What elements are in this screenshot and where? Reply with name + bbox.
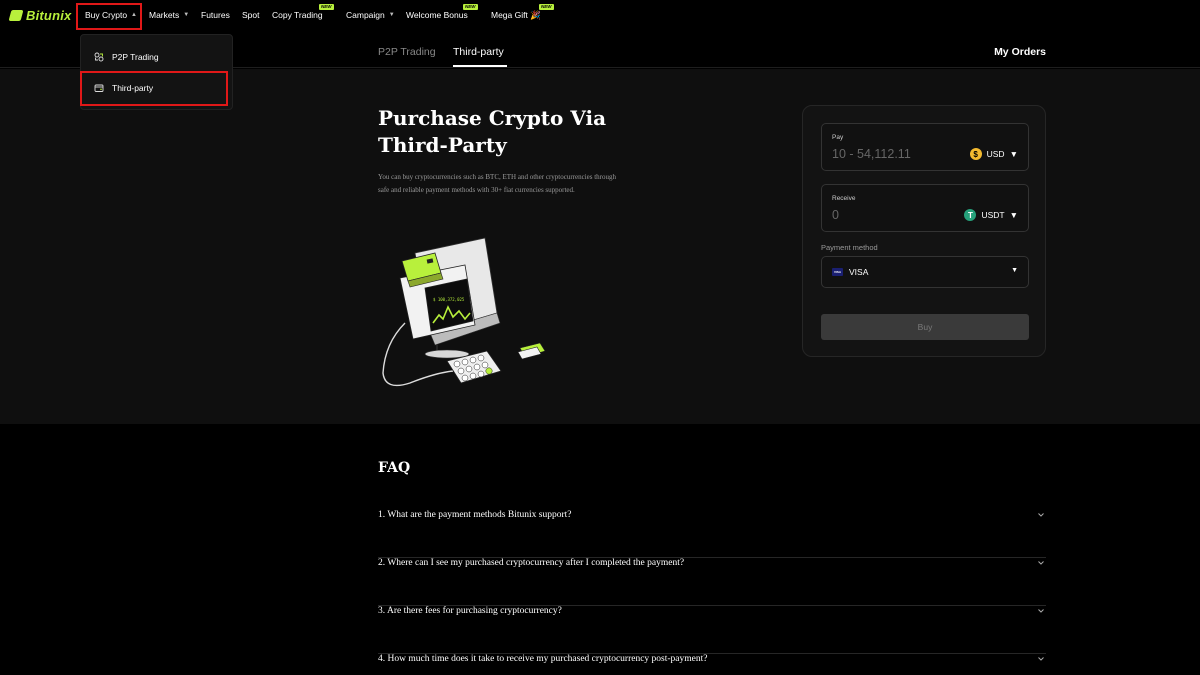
active-tab-underline [453,65,507,67]
nav-futures[interactable]: Futures [201,10,230,20]
caret-down-icon: ▼ [388,12,395,18]
highlight-buy-crypto [76,3,142,30]
receive-field: Receive 0 T USDT ▼ [821,184,1029,232]
receive-amount-input[interactable]: 0 [832,208,839,222]
faq-question: 1. What are the payment methods Bitunix … [378,510,572,520]
caret-down-icon: ▼ [1011,267,1018,274]
payment-method-select[interactable]: VISA VISA ▼ [821,256,1029,288]
nav-campaign-label: Campaign [346,10,385,20]
my-orders-link[interactable]: My Orders [994,46,1046,58]
faq-item[interactable]: 1. What are the payment methods Bitunix … [378,510,1046,558]
faq-question: 2. Where can I see my purchased cryptocu… [378,558,685,568]
bitunix-logo[interactable]: Bitunix [8,8,72,23]
dropdown-item-label: P2P Trading [112,52,159,62]
payment-terminal-illustration: $ 100,372,025 [382,237,546,387]
nav-copy-trading[interactable]: Copy Trading NEW [272,4,334,20]
chevron-down-icon [1038,513,1044,517]
chevron-down-icon [1038,609,1044,613]
pay-currency-label: USD [986,149,1005,159]
illustration-amount: $ 100,372,025 [433,297,465,302]
nav-welcome-bonus[interactable]: Welcome Bonus NEW [406,4,478,20]
chevron-down-icon [1038,561,1044,565]
nav-copy-trading-label: Copy Trading [272,10,323,20]
payment-method-value: VISA [849,267,869,277]
caret-down-icon: ▼ [183,12,190,18]
pay-currency-select[interactable]: $ USD ▼ [969,148,1018,160]
nav-futures-label: Futures [201,10,230,20]
usd-coin-icon: $ [969,148,982,160]
highlight-third-party [80,71,228,106]
receive-currency-label: USDT [981,210,1005,220]
new-badge: NEW [463,4,478,10]
payment-method-label: Payment method [821,243,878,252]
page-title: Purchase Crypto Via Third-Party [378,106,607,157]
buy-button[interactable]: Buy [821,314,1029,340]
faq-item[interactable]: 4. How much time does it take to receive… [378,654,1046,675]
tab-p2p-trading[interactable]: P2P Trading [378,46,436,58]
pay-label: Pay [832,134,844,141]
tab-third-party[interactable]: Third-party [453,46,504,58]
nav-spot-label: Spot [242,10,260,20]
faq-item[interactable]: 3. Are there fees for purchasing cryptoc… [378,606,1046,654]
dropdown-item-p2p-trading[interactable]: P2P Trading [81,44,234,70]
caret-down-icon: ▼ [1009,149,1018,159]
new-badge: NEW [319,4,334,10]
caret-down-icon: ▼ [1009,210,1018,220]
visa-card-icon: VISA [832,268,843,276]
pay-field: Pay 10 - 54,112.11 $ USD ▼ [821,123,1029,171]
chevron-down-icon [1038,657,1044,661]
new-badge: NEW [539,4,554,10]
nav-markets[interactable]: Markets ▼ [149,10,189,20]
top-nav: Bitunix Buy Crypto ▲ Markets ▼ Futures S… [0,0,1200,32]
faq-question: 3. Are there fees for purchasing cryptoc… [378,606,562,616]
faq-question: 4. How much time does it take to receive… [378,654,708,664]
logo-text: Bitunix [26,8,72,23]
nav-mega-gift-label: Mega Gift 🎉 [491,10,541,20]
nav-welcome-bonus-label: Welcome Bonus [406,10,468,20]
logo-mark-icon [8,10,24,21]
nav-campaign[interactable]: Campaign ▼ [346,10,395,20]
purchase-form-card: Pay 10 - 54,112.11 $ USD ▼ Receive 0 T U… [802,105,1046,357]
receive-label: Receive [832,195,856,202]
pay-amount-input[interactable]: 10 - 54,112.11 [832,147,911,161]
nav-markets-label: Markets [149,10,180,20]
nav-spot[interactable]: Spot [242,10,260,20]
page-description: You can buy cryptocurrencies such as BTC… [378,173,616,194]
nav-mega-gift[interactable]: Mega Gift 🎉 NEW [491,4,554,21]
usdt-coin-icon: T [964,209,977,221]
faq-title: FAQ [378,460,411,476]
faq-item[interactable]: 2. Where can I see my purchased cryptocu… [378,558,1046,606]
p2p-icon [94,52,104,62]
receive-currency-select[interactable]: T USDT ▼ [964,209,1018,221]
